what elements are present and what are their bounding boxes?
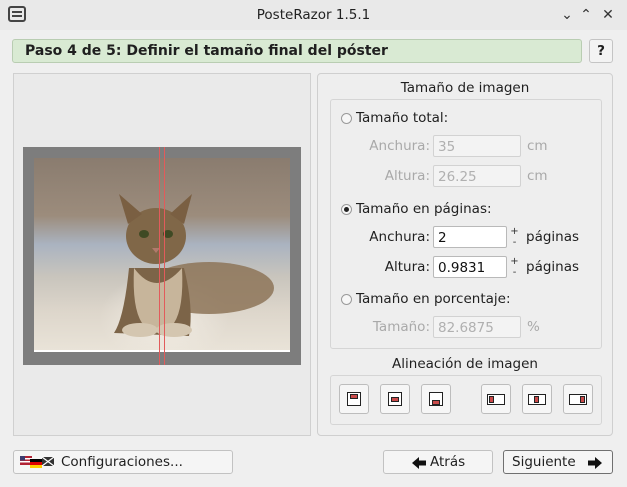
arrow-right-icon <box>588 457 602 469</box>
language-flags-icon <box>20 456 55 468</box>
align-top-icon <box>347 392 361 406</box>
close-button[interactable]: ✕ <box>598 5 618 25</box>
pages-width-stepper[interactable]: + - <box>509 226 520 248</box>
next-button[interactable]: Siguiente <box>503 450 613 474</box>
cat-photo-icon <box>114 194 274 337</box>
step-header: Paso 4 de 5: Definir el tamaño final del… <box>12 39 582 63</box>
settings-button[interactable]: Configuraciones... <box>13 450 233 474</box>
total-width-input[interactable]: 35 <box>433 135 521 157</box>
align-left-button[interactable] <box>481 384 511 414</box>
align-vcenter-button[interactable] <box>380 384 410 414</box>
maximize-button[interactable]: ⌃ <box>576 5 596 25</box>
pages-height-stepper[interactable]: + - <box>509 256 520 278</box>
align-left-icon <box>487 394 505 405</box>
align-right-icon <box>569 394 587 405</box>
help-button[interactable]: ? <box>589 39 613 63</box>
align-hcenter-button[interactable] <box>522 384 552 414</box>
percent-label: Tamaño: <box>372 319 430 335</box>
total-width-label: Anchura: <box>369 138 430 154</box>
back-label: Atrás <box>430 454 466 470</box>
total-size-radio[interactable] <box>341 113 352 124</box>
page-divider-line <box>159 147 160 365</box>
align-top-button[interactable] <box>339 384 369 414</box>
percent-input[interactable]: 82.6875 <box>433 316 521 338</box>
window-title: PosteRazor 1.5.1 <box>256 7 371 23</box>
pages-width-unit: páginas <box>526 229 580 245</box>
align-vcenter-icon <box>388 392 402 406</box>
page-divider-line <box>164 147 165 365</box>
total-width-unit: cm <box>527 138 548 154</box>
poster-image <box>34 158 290 350</box>
pages-width-input[interactable]: 2 <box>433 226 507 248</box>
percent-size-label: Tamaño en porcentaje: <box>356 291 511 307</box>
arrow-left-icon <box>412 457 426 469</box>
next-label: Siguiente <box>512 454 576 470</box>
total-size-label: Tamaño total: <box>356 110 449 126</box>
page-bottom-edge <box>34 350 290 352</box>
image-alignment-frame <box>330 375 602 425</box>
align-bottom-icon <box>429 392 443 406</box>
settings-label: Configuraciones... <box>61 454 183 470</box>
pages-height-unit: páginas <box>526 259 580 275</box>
total-height-input[interactable]: 26.25 <box>433 165 521 187</box>
image-alignment-title: Alineación de imagen <box>392 356 538 372</box>
percent-unit: % <box>527 319 540 335</box>
align-hcenter-icon <box>528 394 546 405</box>
pages-width-label: Anchura: <box>369 229 430 245</box>
pages-height-label: Altura: <box>384 259 430 275</box>
step-title: Paso 4 de 5: Definir el tamaño final del… <box>25 43 388 59</box>
back-button[interactable]: Atrás <box>383 450 493 474</box>
pages-size-radio[interactable] <box>341 204 352 215</box>
minimize-button[interactable]: ⌄ <box>557 5 577 25</box>
total-height-label: Altura: <box>384 168 430 184</box>
total-height-unit: cm <box>527 168 548 184</box>
percent-size-radio[interactable] <box>341 294 352 305</box>
align-right-button[interactable] <box>563 384 593 414</box>
align-bottom-button[interactable] <box>421 384 451 414</box>
image-size-title: Tamaño de imagen <box>400 80 530 96</box>
pages-size-label: Tamaño en páginas: <box>356 201 492 217</box>
pages-height-input[interactable]: 0.9831 <box>433 256 507 278</box>
